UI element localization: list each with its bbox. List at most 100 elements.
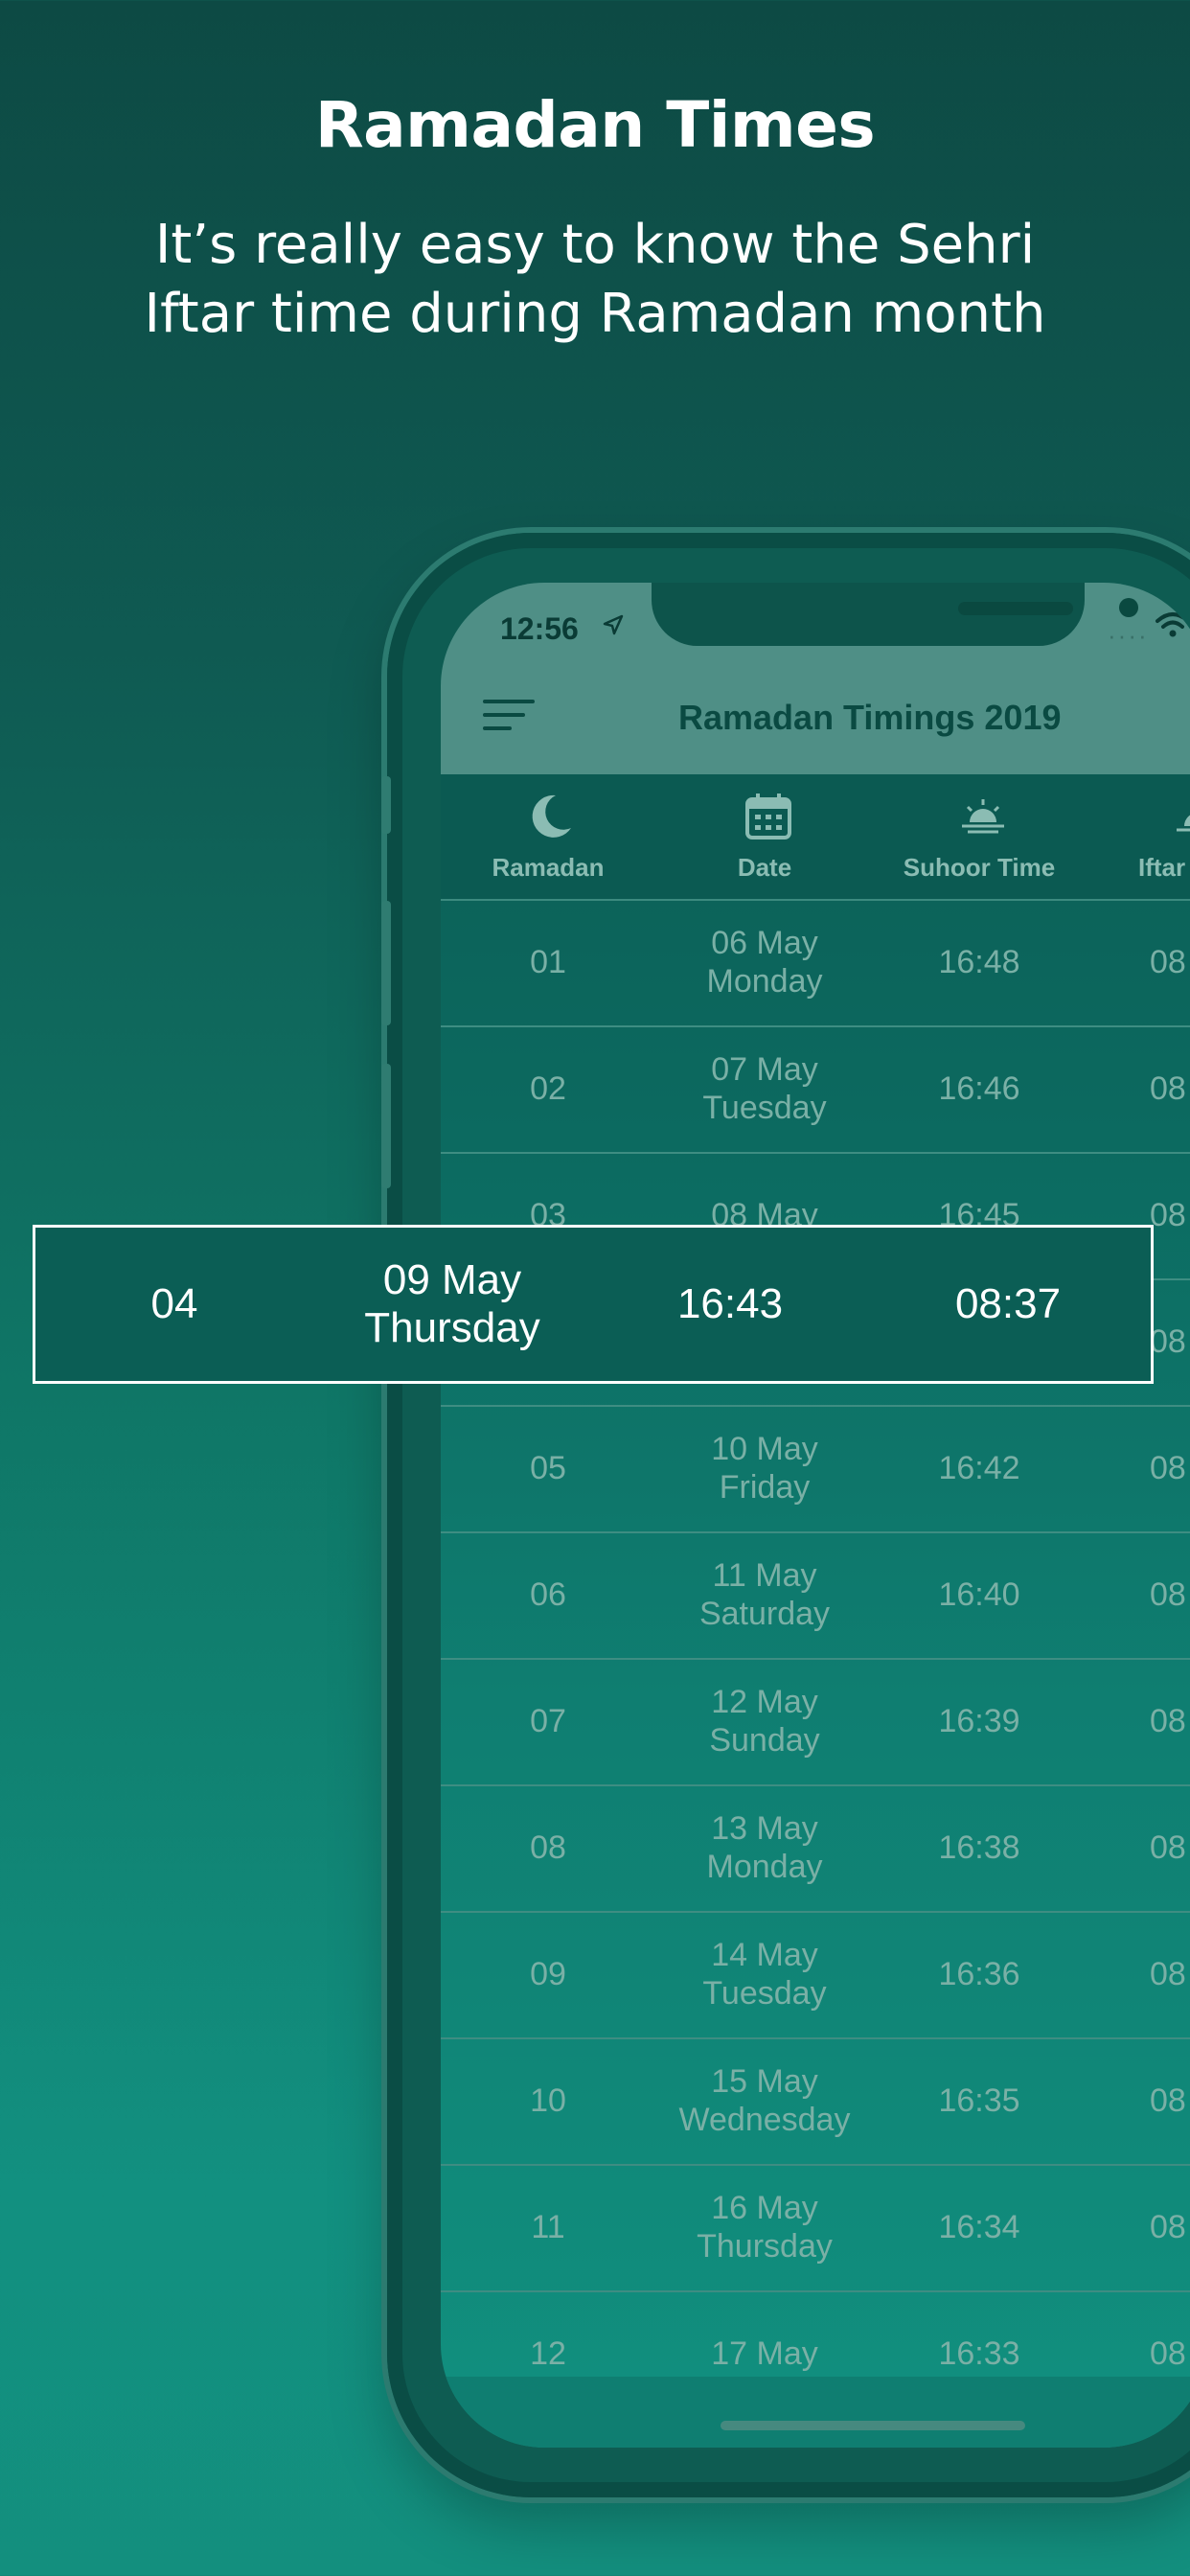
app-bar: Ramadan Timings 2019 <box>441 650 1190 774</box>
cell-date: 12 May Sunday <box>669 1658 860 1784</box>
cell-date-day: 10 May <box>711 1431 818 1467</box>
cell-date-day: 14 May <box>711 1937 818 1973</box>
cell-iftar-time: 08 <box>1150 1828 1186 1866</box>
table-row[interactable]: 01 06 May Monday 16:48 08 <box>441 899 1190 1027</box>
cell-date: 11 May Saturday <box>669 1531 860 1658</box>
cell-suhoor-time: 16:34 <box>938 2208 1020 2245</box>
cell-ramadan-day: 08 <box>530 1828 566 1866</box>
cell-ramadan-day: 07 <box>530 1702 566 1739</box>
cell-suhoor-time: 16:46 <box>938 1070 1020 1107</box>
column-label-iftar: Iftar <box>1138 853 1186 882</box>
cell-ramadan-day: 05 <box>530 1449 566 1486</box>
cell-date-weekday: Monday <box>706 963 823 1000</box>
home-indicator <box>721 2421 1025 2430</box>
cell-date: 06 May Monday <box>669 899 860 1025</box>
cell-iftar-time: 08 <box>1150 1322 1186 1360</box>
location-arrow-icon <box>603 614 624 635</box>
table-row[interactable]: 02 07 May Tuesday 16:46 08 <box>441 1025 1190 1154</box>
highlight-date-weekday: Thursday <box>364 1304 540 1351</box>
status-bar: 12:56 ···· <box>441 583 1190 650</box>
cell-suhoor-time: 16:35 <box>938 2082 1020 2119</box>
cell-date-weekday: Saturday <box>698 1596 831 1632</box>
sunrise-icon <box>962 799 1004 834</box>
subtitle-line-2: Iftar time during Ramadan month <box>144 283 1046 345</box>
cell-iftar-time: 08 <box>1150 2208 1186 2245</box>
cell-ramadan-day: 11 <box>531 2208 565 2245</box>
menu-icon[interactable] <box>483 698 537 732</box>
phone-side-button <box>381 776 391 834</box>
cell-iftar-time: 08 <box>1150 1955 1186 1992</box>
camera <box>1119 598 1138 617</box>
cell-suhoor-time: 16:42 <box>938 1449 1020 1486</box>
cell-iftar-time: 08 <box>1150 1196 1186 1233</box>
table-row[interactable]: 06 11 May Saturday 16:40 08 <box>441 1531 1190 1660</box>
cell-iftar-time: 08 <box>1150 1449 1186 1486</box>
column-label-ramadan: Ramadan <box>492 853 605 882</box>
moon-icon <box>532 794 571 838</box>
cell-iftar-time: 08 <box>1150 1070 1186 1107</box>
cell-date: 07 May Tuesday <box>669 1025 860 1152</box>
cell-ramadan-day: 06 <box>530 1576 566 1613</box>
table-row[interactable]: 09 14 May Tuesday 16:36 08 <box>441 1911 1190 2039</box>
sunset-icon <box>1177 815 1190 832</box>
cell-date-weekday: Tuesday <box>702 1975 827 2012</box>
cell-date-weekday: Sunday <box>709 1722 820 1759</box>
highlight-suhoor: 16:43 <box>676 1280 784 1327</box>
cell-iftar-time: 08 <box>1150 2082 1186 2119</box>
table-row[interactable]: 07 12 May Sunday 16:39 08 <box>441 1658 1190 1786</box>
cell-suhoor-time: 16:48 <box>938 943 1020 980</box>
column-label-date: Date <box>737 853 792 882</box>
bottom-bar <box>441 2377 1190 2448</box>
cell-date-day: 17 May <box>711 2335 818 2372</box>
phone-volume-up-button <box>381 901 391 1025</box>
cell-suhoor-time: 16:40 <box>938 1576 1020 1613</box>
cell-date-day: 16 May <box>711 2190 818 2226</box>
cell-date: 10 May Friday <box>669 1405 860 1531</box>
highlighted-row: 04 09 May Thursday 16:43 08:37 <box>33 1225 1154 1384</box>
cell-iftar-time: 08 <box>1150 943 1186 980</box>
phone-screen: 12:56 ···· Ramadan Timings 2019 Ramadan <box>441 583 1190 2448</box>
calendar-icon <box>745 794 791 840</box>
cell-date-weekday: Tuesday <box>702 1090 827 1126</box>
cell-date: 15 May Wednesday <box>669 2037 860 2164</box>
cell-ramadan-day: 01 <box>530 943 566 980</box>
cell-date-day: 12 May <box>711 1684 818 1720</box>
speaker <box>958 602 1073 615</box>
cell-suhoor-time: 16:36 <box>938 1955 1020 1992</box>
cell-date: 16 May Thursday <box>669 2164 860 2290</box>
cell-suhoor-time: 16:38 <box>938 1828 1020 1866</box>
cell-date-day: 13 May <box>711 1810 818 1847</box>
cell-date-weekday: Monday <box>706 1849 823 1885</box>
column-label-suhoor: Suhoor Time <box>903 853 1056 882</box>
cell-date-day: 11 May <box>712 1557 817 1594</box>
app-title: Ramadan Timings 2019 <box>678 698 1062 737</box>
highlight-date-day: 09 May <box>382 1256 522 1303</box>
table-row[interactable]: 10 15 May Wednesday 16:35 08 <box>441 2037 1190 2166</box>
wifi-icon <box>1156 612 1190 637</box>
cell-date: 14 May Tuesday <box>669 1911 860 2037</box>
highlight-iftar: 08:37 <box>954 1280 1062 1327</box>
table-row[interactable]: 05 10 May Friday 16:42 08 <box>441 1405 1190 1533</box>
cell-ramadan-day: 10 <box>530 2082 566 2119</box>
status-time: 12:56 <box>500 611 579 646</box>
cell-date-day: 06 May <box>711 925 818 961</box>
cell-date-day: 15 May <box>711 2063 818 2100</box>
notch <box>652 583 1138 646</box>
cell-ramadan-day: 09 <box>530 1955 566 1992</box>
cell-date-weekday: Thursday <box>697 2228 833 2265</box>
cell-date-weekday: Wednesday <box>678 2102 851 2138</box>
highlight-date: 09 May Thursday <box>313 1228 591 1381</box>
highlight-day: 04 <box>150 1280 198 1327</box>
cell-ramadan-day: 02 <box>530 1070 566 1107</box>
subtitle-line-1: It’s really easy to know the Sehri <box>154 214 1036 276</box>
phone-volume-down-button <box>381 1064 391 1188</box>
cell-suhoor-time: 16:39 <box>938 1702 1020 1739</box>
column-header: Ramadan Date Suhoor Time Iftar <box>441 774 1190 901</box>
table-row[interactable]: 11 16 May Thursday 16:34 08 <box>441 2164 1190 2292</box>
cell-iftar-time: 08 <box>1150 1702 1186 1739</box>
headline: Ramadan Times <box>314 88 876 162</box>
table-row[interactable]: 08 13 May Monday 16:38 08 <box>441 1784 1190 1913</box>
signal-icon: ···· <box>1108 621 1149 650</box>
cell-date-day: 07 May <box>711 1051 818 1088</box>
cell-date-weekday: Friday <box>719 1469 811 1506</box>
